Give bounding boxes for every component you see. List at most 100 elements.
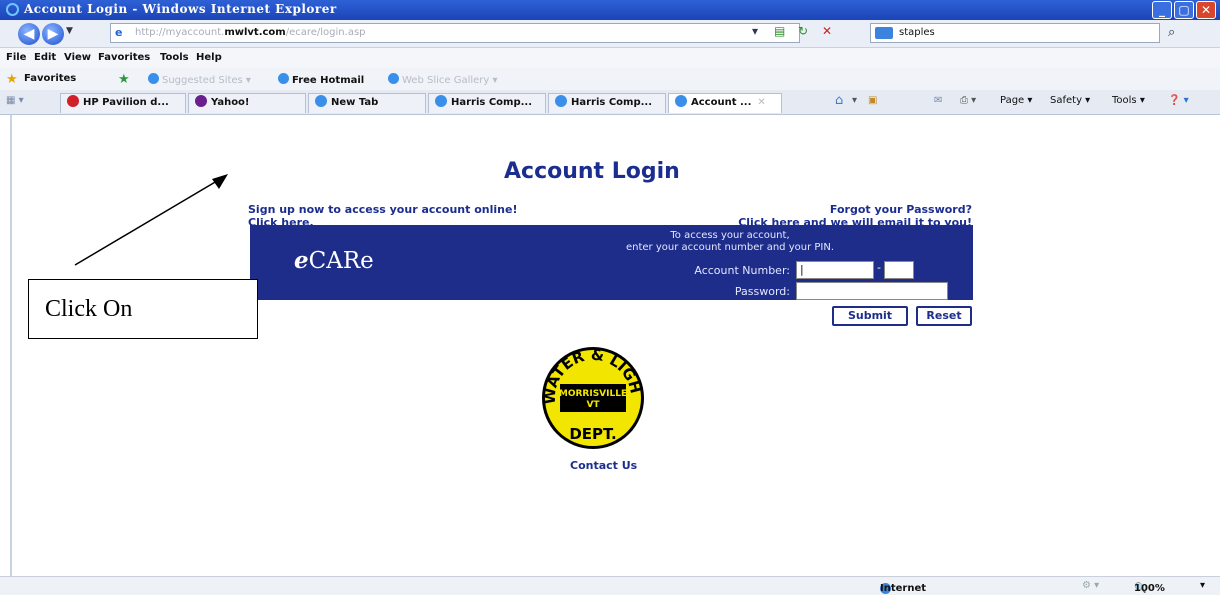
login-panel: To access your account, enter your accou… bbox=[250, 225, 973, 300]
yahoo-icon bbox=[195, 95, 207, 107]
read-mail-icon[interactable]: ✉ bbox=[934, 95, 942, 106]
address-bar: ◀ ▶ ▼ e http://myaccount.mwlvt.com/ecare… bbox=[0, 20, 1220, 48]
page-icon: e bbox=[115, 26, 123, 39]
search-field[interactable]: staples bbox=[870, 23, 1160, 43]
ie-page-icon bbox=[388, 73, 399, 84]
menu-help[interactable]: Help bbox=[196, 52, 222, 63]
minimize-button[interactable]: _ bbox=[1152, 1, 1172, 19]
menu-bar: File Edit View Favorites Tools Help bbox=[0, 48, 1220, 68]
feeds-icon[interactable]: ▣ bbox=[868, 95, 877, 106]
status-bar: Internet ⚙ ▾ 🔍 100% ▾ bbox=[0, 576, 1220, 595]
tab-yahoo[interactable]: Yahoo! bbox=[188, 93, 306, 113]
favorites-bar: ★ Favorites ★ Suggested Sites ▾ Free Hot… bbox=[0, 68, 1220, 91]
url-path: /ecare/login.asp bbox=[285, 27, 366, 38]
brand-rest: CARe bbox=[308, 248, 374, 274]
address-tools: ▾ ▤ ↻ ✕ bbox=[752, 23, 872, 39]
password-field[interactable] bbox=[796, 282, 948, 300]
maximize-button[interactable]: ▢ bbox=[1174, 1, 1194, 19]
account-suffix-field[interactable] bbox=[884, 261, 914, 279]
back-button[interactable]: ◀ bbox=[18, 23, 40, 45]
zoom-value: 100% bbox=[1134, 583, 1165, 594]
tab-harris-comp-2[interactable]: Harris Comp... bbox=[548, 93, 666, 113]
tab-account-login[interactable]: Account ... ✕ bbox=[668, 93, 782, 113]
search-provider-icon bbox=[875, 27, 893, 39]
forgot-line1: Forgot your Password? bbox=[829, 203, 972, 216]
web-slice-gallery-label: Web Slice Gallery ▾ bbox=[402, 75, 498, 86]
quick-tabs-icon[interactable]: ▦ ▾ bbox=[6, 95, 24, 106]
add-favorite-icon[interactable]: ★ bbox=[118, 72, 130, 87]
url-prefix: http://myaccount. bbox=[135, 27, 225, 38]
help-icon[interactable]: ❓ ▾ bbox=[1168, 95, 1189, 106]
zone-label: Internet bbox=[880, 583, 927, 594]
compatibility-icon[interactable]: ▤ bbox=[774, 23, 785, 39]
ie-icon bbox=[315, 95, 327, 107]
url-domain: mwlvt.com bbox=[224, 27, 286, 38]
suggested-sites-link[interactable]: Suggested Sites ▾ bbox=[148, 73, 251, 86]
print-icon[interactable]: ⎙ ▾ bbox=[960, 95, 976, 106]
favorites-button[interactable]: Favorites bbox=[24, 73, 76, 84]
suggested-sites-label: Suggested Sites ▾ bbox=[162, 75, 251, 86]
reset-button[interactable]: Reset bbox=[916, 306, 972, 326]
logo-center-line1: MORRISVILLE bbox=[559, 389, 627, 399]
ie-page-icon bbox=[278, 73, 289, 84]
login-instructions: To access your account, enter your accou… bbox=[570, 230, 890, 254]
logo-bottom-text: DEPT. bbox=[569, 425, 616, 443]
home-dropdown-icon[interactable]: ▾ bbox=[852, 95, 857, 106]
favorites-star-icon[interactable]: ★ bbox=[6, 72, 18, 87]
intro-line1: To access your account, bbox=[670, 230, 790, 241]
menu-favorites[interactable]: Favorites bbox=[98, 52, 150, 63]
brand-e: e bbox=[294, 247, 309, 274]
protected-mode-icon[interactable]: ⚙ ▾ bbox=[1082, 580, 1099, 591]
tab-close-icon[interactable]: ✕ bbox=[757, 97, 765, 108]
free-hotmail-link[interactable]: Free Hotmail bbox=[278, 73, 364, 86]
search-value: staples bbox=[899, 27, 935, 38]
tab-bar: ▦ ▾ HP Pavilion d... Yahoo! New Tab Harr… bbox=[0, 90, 1220, 115]
page-title: Account Login bbox=[504, 159, 680, 184]
tab-label: Harris Comp... bbox=[571, 97, 653, 108]
account-number-label: Account Number: bbox=[694, 264, 790, 277]
page-menu[interactable]: Page ▾ bbox=[1000, 95, 1032, 106]
tab-label: Harris Comp... bbox=[451, 97, 533, 108]
logo-center-line2: VT bbox=[586, 400, 600, 410]
url-dropdown-icon[interactable]: ▾ bbox=[752, 23, 758, 39]
page-content: Account Login Sign up now to access your… bbox=[10, 115, 1220, 576]
tools-menu[interactable]: Tools ▾ bbox=[1112, 95, 1145, 106]
refresh-icon[interactable]: ↻ bbox=[798, 23, 808, 39]
intro-line2: enter your account number and your PIN. bbox=[625, 242, 835, 253]
stop-icon[interactable]: ✕ bbox=[822, 23, 832, 39]
menu-tools[interactable]: Tools bbox=[160, 52, 189, 63]
water-light-dept-logo: WATER & LIGHT MORRISVILLE VT DEPT. bbox=[540, 345, 645, 449]
window-title-bar: Account Login - Windows Internet Explore… bbox=[0, 0, 1220, 20]
search-icon[interactable]: ⌕ bbox=[1168, 25, 1175, 40]
account-number-field[interactable]: | bbox=[796, 261, 874, 279]
url-text: http://myaccount.mwlvt.com/ecare/login.a… bbox=[135, 24, 366, 42]
zoom-dropdown-icon[interactable]: ▾ bbox=[1200, 580, 1205, 591]
click-on-callout: Click On bbox=[28, 279, 258, 339]
tab-new-tab[interactable]: New Tab bbox=[308, 93, 426, 113]
submit-button[interactable]: Submit bbox=[832, 306, 908, 326]
signup-line1: Sign up now to access your account onlin… bbox=[248, 203, 518, 216]
web-slice-gallery-link[interactable]: Web Slice Gallery ▾ bbox=[388, 73, 498, 86]
contact-us-link[interactable]: Contact Us bbox=[570, 459, 637, 472]
menu-view[interactable]: View bbox=[64, 52, 91, 63]
hp-icon bbox=[67, 95, 79, 107]
forward-button[interactable]: ▶ bbox=[42, 23, 64, 45]
history-dropdown-icon[interactable]: ▼ bbox=[66, 26, 73, 36]
free-hotmail-label: Free Hotmail bbox=[292, 75, 365, 86]
close-window-button[interactable]: ✕ bbox=[1196, 1, 1216, 19]
menu-file[interactable]: File bbox=[6, 52, 26, 63]
tab-label: New Tab bbox=[331, 97, 379, 108]
window-title: Account Login - Windows Internet Explore… bbox=[24, 2, 337, 16]
tab-harris-comp-1[interactable]: Harris Comp... bbox=[428, 93, 546, 113]
menu-edit[interactable]: Edit bbox=[34, 52, 56, 63]
tab-label: Yahoo! bbox=[211, 97, 250, 108]
password-label: Password: bbox=[734, 285, 790, 298]
ecare-logo: eCARe bbox=[294, 247, 374, 274]
safety-menu[interactable]: Safety ▾ bbox=[1050, 95, 1090, 106]
account-separator: - bbox=[877, 261, 881, 274]
url-field[interactable]: e http://myaccount.mwlvt.com/ecare/login… bbox=[110, 23, 800, 43]
ie-logo-icon bbox=[6, 3, 19, 16]
home-icon[interactable]: ⌂ bbox=[835, 93, 843, 108]
tab-hp-pavilion[interactable]: HP Pavilion d... bbox=[60, 93, 186, 113]
tab-label: HP Pavilion d... bbox=[83, 97, 169, 108]
